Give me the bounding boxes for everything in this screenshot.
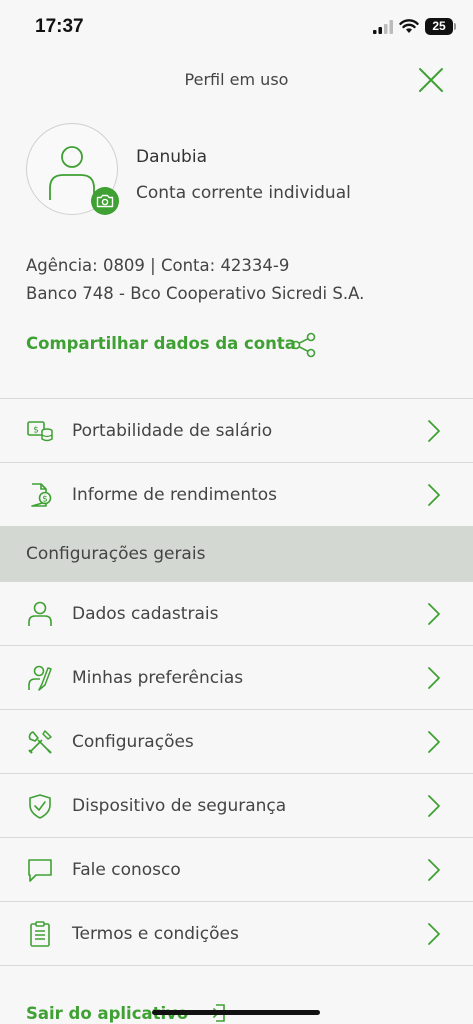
svg-text:$: $ <box>33 425 39 435</box>
menu-item-salary-portability[interactable]: $ Portabilidade de salário <box>0 398 473 462</box>
close-button[interactable] <box>417 66 445 94</box>
chevron-right-icon <box>428 483 440 506</box>
svg-text:$: $ <box>42 494 48 504</box>
chevron-right-icon <box>428 858 440 881</box>
user-icon <box>26 600 54 628</box>
change-photo-button[interactable] <box>91 187 119 215</box>
shield-icon <box>26 792 54 820</box>
battery-level: 25 <box>432 19 446 33</box>
income-report-icon: $ <box>26 481 54 509</box>
menu-item-personal-data[interactable]: Dados cadastrais <box>0 581 473 645</box>
person-icon <box>49 146 95 200</box>
account-type: Conta corrente individual <box>136 183 351 203</box>
menu-item-label: Fale conosco <box>72 859 181 880</box>
wifi-icon <box>399 19 419 33</box>
settings-section: Configurações gerais <box>0 526 473 582</box>
battery-icon: 25 <box>425 18 456 35</box>
menu-item-label: Informe de rendimentos <box>72 484 278 505</box>
close-icon <box>419 68 443 92</box>
share-icon <box>291 332 316 358</box>
menu-item-label: Configurações <box>72 731 194 752</box>
status-time: 17:37 <box>35 16 84 37</box>
account-menu: $ Portabilidade de salário $ Informe de … <box>0 398 473 526</box>
chevron-right-icon <box>428 730 440 753</box>
clipboard-icon <box>26 920 54 948</box>
share-label: Compartilhar dados da conta <box>26 334 296 353</box>
menu-item-label: Portabilidade de salário <box>72 420 273 441</box>
salary-portability-icon: $ <box>26 417 54 445</box>
menu-item-terms[interactable]: Termos e condições <box>0 901 473 965</box>
menu-divider <box>0 965 473 966</box>
chevron-right-icon <box>428 666 440 689</box>
settings-menu: Dados cadastrais Minhas preferências Con… <box>0 581 473 966</box>
chevron-right-icon <box>428 922 440 945</box>
signal-icon <box>373 19 393 34</box>
page-title: Perfil em uso <box>184 70 289 89</box>
section-header: Configurações gerais <box>0 526 473 582</box>
menu-item-preferences[interactable]: Minhas preferências <box>0 645 473 709</box>
chevron-right-icon <box>428 602 440 625</box>
chat-icon <box>26 856 54 884</box>
avatar[interactable] <box>26 123 119 215</box>
menu-item-label: Dados cadastrais <box>72 603 219 624</box>
chevron-right-icon <box>428 419 440 442</box>
menu-item-label: Minhas preferências <box>72 667 244 688</box>
bank-info: Banco 748 - Bco Cooperativo Sicredi S.A. <box>26 284 365 303</box>
menu-item-settings[interactable]: Configurações <box>0 709 473 773</box>
agency-account-info: Agência: 0809 | Conta: 42334-9 <box>26 256 290 275</box>
home-indicator <box>152 1010 320 1015</box>
status-bar: 17:37 25 <box>0 0 473 56</box>
menu-item-contact-us[interactable]: Fale conosco <box>0 837 473 901</box>
preferences-icon <box>26 664 54 692</box>
share-account-data-button[interactable]: Compartilhar dados da conta <box>26 332 316 358</box>
chevron-right-icon <box>428 794 440 817</box>
menu-item-label: Termos e condições <box>72 923 239 944</box>
menu-item-security-device[interactable]: Dispositivo de segurança <box>0 773 473 837</box>
tools-icon <box>26 728 54 756</box>
camera-icon <box>96 194 114 208</box>
user-name: Danubia <box>136 147 207 167</box>
menu-item-income-report[interactable]: $ Informe de rendimentos <box>0 462 473 526</box>
menu-item-label: Dispositivo de segurança <box>72 795 287 816</box>
status-icons: 25 <box>373 18 456 35</box>
